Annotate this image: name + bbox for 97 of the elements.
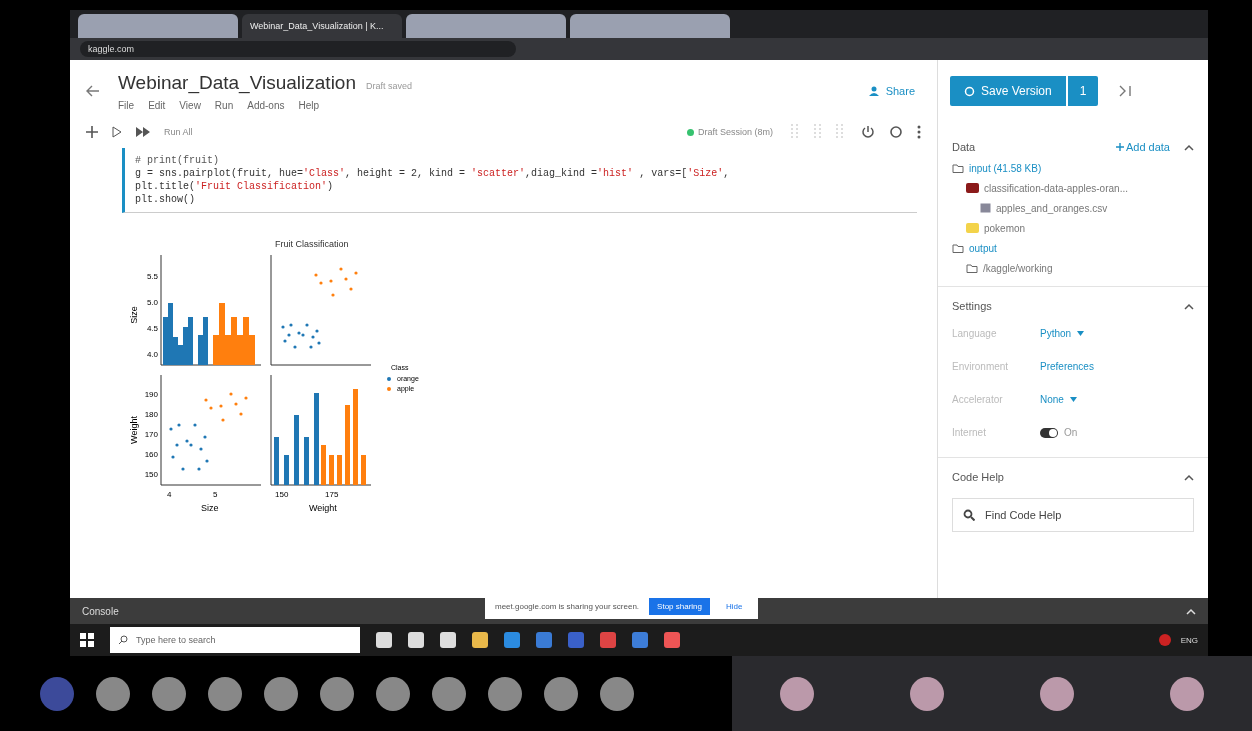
more-icon[interactable] <box>917 125 921 139</box>
recording-icon <box>1158 634 1171 646</box>
hide-button[interactable]: Hide <box>720 601 749 612</box>
avatar-circle[interactable] <box>376 676 410 711</box>
windows-start-icon[interactable] <box>80 633 94 647</box>
folder-icon <box>952 163 964 173</box>
setting-link[interactable]: Preferences <box>1040 361 1094 372</box>
section-title: Code Help <box>952 471 1004 483</box>
tree-item[interactable]: /kaggle/working <box>966 258 1194 278</box>
table-file-icon <box>980 203 991 213</box>
tick-label: 4.5 <box>146 324 158 333</box>
tree-item[interactable]: output <box>952 238 1194 258</box>
tick-label: 4 <box>167 490 172 499</box>
plus-icon <box>1115 143 1124 151</box>
tick-label: 175 <box>325 490 339 499</box>
tick-label: 4.0 <box>146 350 158 359</box>
tree-item[interactable]: pokemon <box>966 218 1194 238</box>
collapse-panel-icon[interactable] <box>1118 85 1133 97</box>
section-title: Settings <box>952 300 992 312</box>
setting-label: Language <box>952 328 998 339</box>
tick-label: 5.0 <box>146 298 158 307</box>
plot-title: Fruit Classification <box>275 239 349 249</box>
code-cell[interactable]: # print(fruit) g = sns.pairplot(fruit, hue='Class', height = 2, kind = 'scatter',diag_kind ='hist' , vars=['Size', plt.title('Fruit Classification') plt.show() <box>122 148 917 213</box>
collapse-icon[interactable] <box>1184 302 1194 310</box>
avatar-circle[interactable] <box>544 676 578 711</box>
tick-label: 190 <box>144 390 158 399</box>
add-data-link[interactable]: Add data <box>1115 141 1170 153</box>
avatar-circle[interactable] <box>208 676 242 711</box>
circle-icon <box>964 85 975 97</box>
tick-label: 5 <box>213 490 218 499</box>
notebook-title[interactable]: Webinar_Data_Visualization <box>118 71 356 93</box>
share-button[interactable]: Share <box>862 84 921 98</box>
avatar-circle[interactable] <box>264 676 298 711</box>
setting-dropdown[interactable]: Python <box>1040 328 1085 339</box>
setting-value: On <box>1064 427 1078 438</box>
save-status: Draft saved <box>366 80 413 91</box>
menu-item[interactable]: Edit <box>148 99 166 111</box>
section-title: Data <box>952 141 976 153</box>
caret-icon <box>1069 397 1077 402</box>
avatar-circle[interactable] <box>96 676 130 711</box>
caret-icon <box>1077 331 1085 336</box>
folder-icon <box>952 243 964 253</box>
axis-label: Weight <box>309 503 337 513</box>
tick-label: 180 <box>144 410 158 419</box>
avatar-circle[interactable] <box>432 676 466 711</box>
console-label[interactable]: Console <box>82 605 119 617</box>
avatar-circle[interactable] <box>40 676 74 711</box>
tick-label: 170 <box>144 430 158 439</box>
axis-label: Size <box>129 306 139 324</box>
toggle-switch[interactable] <box>1040 427 1058 438</box>
menu-item[interactable]: Help <box>298 99 320 111</box>
run-all-label[interactable]: Run All <box>164 127 193 137</box>
save-version-button[interactable]: Save Version <box>950 76 1066 106</box>
avatar-circle[interactable] <box>600 676 634 711</box>
tick-label: 150 <box>144 470 158 479</box>
axis-label: Size <box>201 503 219 513</box>
setting-dropdown[interactable]: None <box>1040 394 1077 405</box>
play-icon[interactable] <box>112 126 122 138</box>
taskbar-search-field[interactable]: Type here to search <box>110 627 360 653</box>
participant-tile[interactable] <box>732 656 862 731</box>
tree-item[interactable]: input (41.58 KB) <box>952 158 1194 178</box>
add-icon[interactable] <box>86 126 98 138</box>
collapse-icon[interactable] <box>1184 473 1194 481</box>
participant-tile[interactable] <box>1122 656 1252 731</box>
stop-sharing-button[interactable]: Stop sharing <box>649 598 710 615</box>
search-icon <box>118 635 128 645</box>
back-arrow-icon[interactable] <box>86 85 100 97</box>
avatar-circle[interactable] <box>152 676 186 711</box>
fast-forward-icon[interactable] <box>136 127 150 137</box>
setting-label: Accelerator <box>952 394 1004 405</box>
language-indicator[interactable]: ENG <box>1180 635 1198 645</box>
power-icon[interactable] <box>861 125 875 139</box>
setting-label: Internet <box>952 427 987 438</box>
folder-icon <box>966 263 978 273</box>
setting-label: Environment <box>952 361 1010 372</box>
session-status[interactable]: Draft Session (8m) <box>686 127 773 137</box>
expand-icon[interactable] <box>1186 607 1196 615</box>
find-code-help-field[interactable]: Find Code Help <box>952 498 1194 532</box>
address-bar[interactable]: kaggle.com <box>80 41 516 57</box>
avatar-circle[interactable] <box>488 676 522 711</box>
menu-item[interactable]: Run <box>214 99 234 111</box>
axis-label: Weight <box>129 416 139 444</box>
tick-label: 160 <box>144 450 158 459</box>
browser-tab[interactable]: Webinar_Data_Visualization | K... <box>242 14 402 38</box>
screen-share-notice: meet.google.com is sharing your screen. <box>495 602 640 611</box>
menu-item[interactable]: Add-ons <box>247 99 285 111</box>
avatar-circle[interactable] <box>320 676 354 711</box>
menu-item[interactable]: View <box>179 99 201 111</box>
tree-item[interactable]: apples_and_oranges.csv <box>980 198 1194 218</box>
search-icon <box>963 509 975 521</box>
tick-label: 150 <box>275 490 289 499</box>
collapse-icon[interactable] <box>1184 143 1194 151</box>
person-icon <box>868 86 881 96</box>
tree-item[interactable]: classification-data-apples-oran... <box>966 178 1194 198</box>
version-count-button[interactable]: 1 <box>1067 76 1099 106</box>
menu-item[interactable]: File <box>118 99 135 111</box>
tick-label: 5.5 <box>146 272 158 281</box>
